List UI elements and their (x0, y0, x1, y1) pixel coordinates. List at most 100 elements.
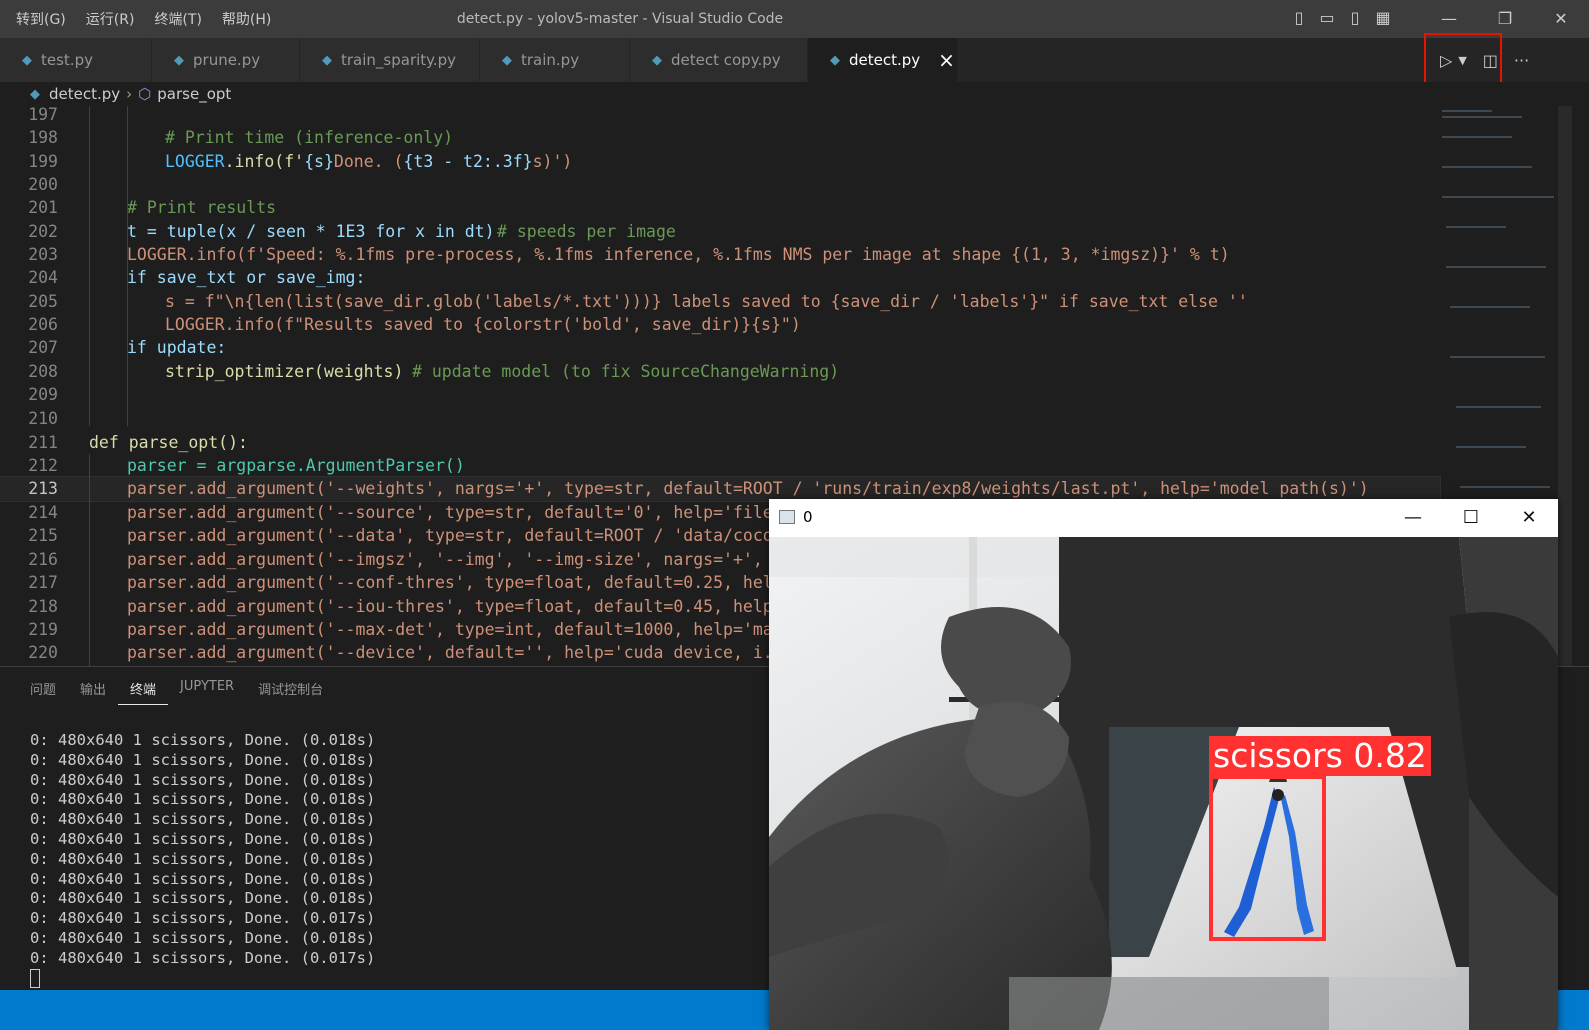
camera-scene (769, 537, 1558, 1030)
code-text: parser.add_argument('--source', type=str… (127, 503, 803, 522)
minimap-line (1442, 166, 1532, 168)
code-token: LOGGER (165, 152, 225, 171)
python-file-icon: ◆ (30, 86, 40, 102)
terminal-output[interactable]: 0: 480x640 1 scissors, Done. (0.018s) 0: … (30, 731, 375, 988)
code-line: 208 strip_optimizer(weights) # update mode… (0, 360, 1440, 384)
code-text: LOGGER.info(f'{s}Done. ({t3 - t2:.3f}s)'… (165, 150, 572, 174)
line-number: 204 (28, 268, 58, 287)
tab-jupyter[interactable]: JUPYTER (168, 679, 246, 705)
close-icon[interactable]: ✕ (1500, 499, 1558, 537)
terminal-line: 0: 480x640 1 scissors, Done. (0.018s) (30, 790, 376, 809)
code-text: s = f"\n{len(list(save_dir.glob('labels/… (165, 292, 1248, 311)
line-number: 216 (28, 550, 58, 569)
minimap-line (1456, 406, 1541, 408)
line-number: 215 (28, 526, 58, 545)
code-text: parser.add_argument('--device', default=… (127, 643, 803, 662)
terminal-line: 0: 480x640 1 scissors, Done. (0.018s) (30, 810, 376, 829)
minimap-line (1446, 266, 1546, 268)
code-token: s)') (532, 152, 573, 171)
code-line: 212 parser = argparse.ArgumentParser() (0, 454, 1440, 478)
minimize-icon[interactable]: — (1384, 499, 1442, 537)
line-number: 211 (28, 433, 58, 452)
code-text: def parse_opt(): (89, 433, 248, 452)
line-number: 212 (28, 456, 58, 475)
line-number: 206 (28, 315, 58, 334)
tab-train-sparity-py[interactable]: ◆ train_sparity.py (300, 38, 480, 82)
customize-layout-icon[interactable]: ▦ (1374, 9, 1392, 27)
tab-label: train_sparity.py (341, 51, 457, 69)
tab-detect-copy-py[interactable]: ◆ detect copy.py (630, 38, 808, 82)
code-text: parser.add_argument('--conf-thres', type… (127, 573, 803, 592)
tab-terminal[interactable]: 终端 (118, 679, 169, 705)
editor-scrollbar[interactable] (1558, 106, 1572, 666)
minimap-line (1442, 116, 1522, 118)
line-number: 208 (28, 362, 58, 381)
line-number: 214 (28, 503, 58, 522)
code-text: LOGGER.info(f"Results saved to {colorstr… (165, 315, 801, 334)
tab-output[interactable]: 输出 (68, 679, 118, 705)
code-text: # Print time (inference-only) (165, 128, 454, 147)
maximize-icon[interactable]: ☐ (1442, 499, 1500, 537)
python-file-icon: ◆ (174, 52, 184, 68)
code-line: 197 (0, 106, 1440, 127)
tab-label: prune.py (193, 51, 261, 69)
terminal-cursor (30, 968, 40, 988)
editor-tab-bar: ◆ test.py ◆ prune.py ◆ train_sparity.py ◆ tr… (0, 38, 1589, 82)
toggle-panel-icon[interactable]: ▭ (1318, 9, 1336, 27)
indent-guide (89, 454, 90, 666)
python-file-icon: ◆ (502, 52, 512, 68)
line-number: 197 (28, 106, 58, 124)
line-number: 210 (28, 409, 58, 428)
panel-tabs: 问题 输出 终端 JUPYTER 调试控制台 (18, 679, 335, 705)
more-actions-icon[interactable]: ··· (1514, 51, 1529, 70)
code-line: 203 LOGGER.info(f'Speed: %.1fms pre-proce… (0, 243, 1440, 267)
code-line: 200 (0, 173, 1440, 197)
code-line: 211 def parse_opt(): (0, 431, 1440, 455)
toggle-secondary-sidebar-icon[interactable]: ▯ (1346, 9, 1364, 27)
close-icon[interactable]: ✕ (1533, 0, 1589, 38)
breadcrumb-file[interactable]: detect.py (49, 85, 120, 103)
tab-train-py[interactable]: ◆ train.py (480, 38, 630, 82)
code-text: parser.add_argument('--max-det', type=in… (127, 620, 803, 639)
terminal-line: 0: 480x640 1 scissors, Done. (0.017s) (30, 909, 376, 928)
tab-detect-py[interactable]: ◆ detect.py × (808, 38, 958, 82)
preview-window-controls: — ☐ ✕ (1384, 499, 1558, 537)
camera-frame: scissors 0.82 (769, 537, 1558, 1030)
tab-label: train.py (521, 51, 580, 69)
line-number: 199 (28, 152, 58, 171)
line-number: 198 (28, 128, 58, 147)
tab-problems[interactable]: 问题 (18, 679, 68, 705)
terminal-line: 0: 480x640 1 scissors, Done. (0.018s) (30, 829, 376, 848)
indent-guide (127, 106, 128, 426)
toggle-sidebar-icon[interactable]: ▯ (1290, 9, 1308, 27)
code-text: parser.add_argument('--data', type=str, … (127, 526, 803, 545)
line-number: 201 (28, 198, 58, 217)
terminal-line: 0: 480x640 1 scissors, Done. (0.018s) (30, 770, 376, 789)
close-tab-icon[interactable]: × (938, 48, 955, 72)
terminal-line: 0: 480x640 1 scissors, Done. (0.018s) (30, 928, 376, 947)
breadcrumb-symbol[interactable]: parse_opt (157, 85, 231, 103)
terminal-line: 0: 480x640 1 scissors, Done. (0.018s) (30, 869, 376, 888)
code-text: LOGGER.info(f'Speed: %.1fms pre-process,… (127, 245, 1230, 264)
code-text: # Print results (127, 198, 277, 217)
code-line: 206 LOGGER.info(f"Results saved to {color… (0, 313, 1440, 337)
code-text: if update: (127, 338, 227, 357)
preview-title-bar[interactable]: 0 — ☐ ✕ (769, 499, 1558, 537)
code-line: 199 LOGGER.info(f'{s}Done. ({t3 - t2:.3f}… (0, 150, 1440, 174)
tab-label: detect copy.py (671, 51, 781, 69)
code-token: .info(f' (224, 152, 305, 171)
minimap[interactable] (1436, 106, 1554, 506)
tab-test-py[interactable]: ◆ test.py (0, 38, 152, 82)
preview-window-title: 0 (803, 508, 813, 526)
tab-debug-console[interactable]: 调试控制台 (246, 679, 335, 705)
opencv-preview-window[interactable]: 0 — ☐ ✕ scissors 0.82 (769, 499, 1558, 1030)
code-line: 207 if update: (0, 336, 1440, 360)
line-number: 205 (28, 292, 58, 311)
tab-prune-py[interactable]: ◆ prune.py (152, 38, 300, 82)
line-number: 203 (28, 245, 58, 264)
breadcrumb: ◆ detect.py › ⬡ parse_opt (0, 82, 1589, 106)
minimap-line (1456, 446, 1526, 448)
line-number: 209 (28, 385, 58, 404)
indent-guide (89, 106, 90, 426)
code-text: t = tuple(x / seen * 1E3 for x in dt) (127, 222, 495, 241)
